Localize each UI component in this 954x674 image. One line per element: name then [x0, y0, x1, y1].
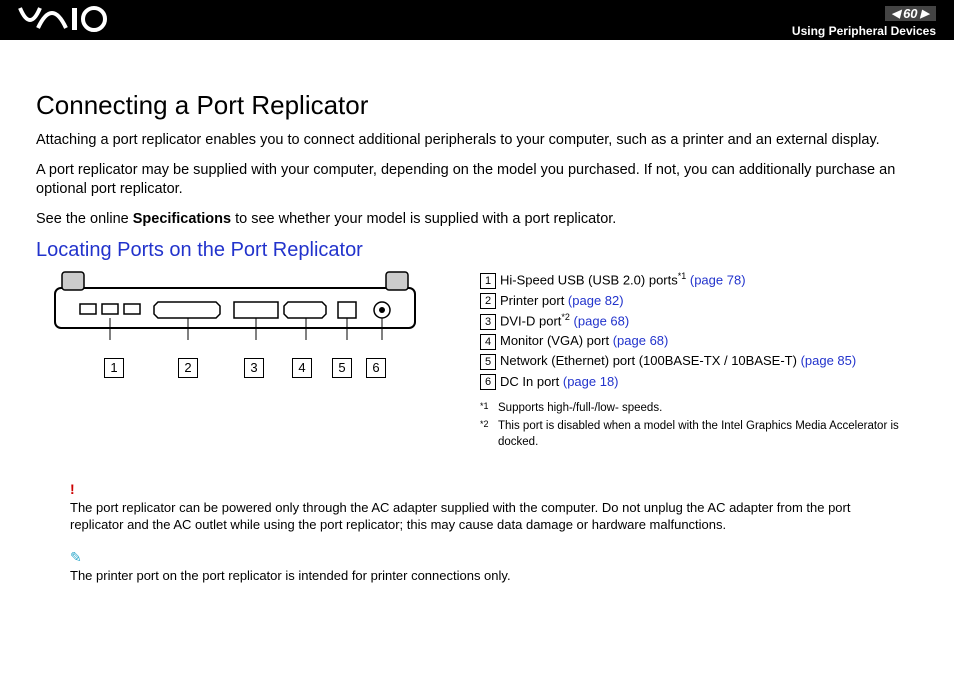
- legend-item-5: 5Network (Ethernet) port (100BASE-TX / 1…: [480, 351, 918, 371]
- callout-5: 5: [332, 358, 352, 378]
- legend-item-3: 3DVI-D port*2 (page 68): [480, 311, 918, 331]
- intro-para-3: See the online Specifications to see whe…: [36, 210, 918, 230]
- page-link-18[interactable]: (page 18): [563, 374, 619, 389]
- legend-column: 1Hi-Speed USB (USB 2.0) ports*1 (page 78…: [480, 270, 918, 450]
- legend-item-6: 6DC In port (page 18): [480, 372, 918, 392]
- vaio-logo: [18, 4, 128, 41]
- header-bar: ◀ 60 ▶ Using Peripheral Devices: [0, 0, 954, 40]
- callout-6: 6: [366, 358, 386, 378]
- legend-item-4: 4Monitor (VGA) port (page 68): [480, 331, 918, 351]
- para3-post: to see whether your model is supplied wi…: [231, 211, 616, 227]
- prev-page-arrow[interactable]: ◀: [889, 7, 903, 20]
- diagram-column: 1 2 3 4 5 6: [36, 270, 450, 450]
- page-link-85[interactable]: (page 85): [801, 353, 857, 368]
- page-title: Connecting a Port Replicator: [36, 90, 918, 121]
- warning-text: The port replicator can be powered only …: [70, 499, 894, 534]
- intro-para-2: A port replicator may be supplied with y…: [36, 161, 918, 200]
- diagram-callouts: 1 2 3 4 5 6: [50, 358, 450, 378]
- legend-item-2: 2Printer port (page 82): [480, 291, 918, 311]
- legend-item-1: 1Hi-Speed USB (USB 2.0) ports*1 (page 78…: [480, 270, 918, 290]
- callout-3: 3: [244, 358, 264, 378]
- intro-para-1: Attaching a port replicator enables you …: [36, 131, 918, 151]
- warning-icon: !: [70, 480, 894, 499]
- subheading: Locating Ports on the Port Replicator: [36, 239, 918, 262]
- notes-block: ! The port replicator can be powered onl…: [36, 480, 918, 584]
- para3-pre: See the online: [36, 211, 133, 227]
- page-link-68a[interactable]: (page 68): [574, 313, 630, 328]
- callout-4: 4: [292, 358, 312, 378]
- section-title: Using Peripheral Devices: [792, 24, 936, 38]
- page-number: 60: [903, 6, 917, 21]
- next-page-arrow[interactable]: ▶: [918, 7, 932, 20]
- callout-1: 1: [104, 358, 124, 378]
- page-link-68b[interactable]: (page 68): [613, 333, 669, 348]
- footnote-1: *1 Supports high-/full-/low- speeds.: [480, 400, 918, 416]
- callout-2: 2: [178, 358, 198, 378]
- page-link-82[interactable]: (page 82): [568, 293, 624, 308]
- page-nav: ◀ 60 ▶ Using Peripheral Devices: [792, 4, 936, 38]
- page-link-78[interactable]: (page 78): [690, 273, 746, 288]
- note-text: The printer port on the port replicator …: [70, 567, 894, 585]
- note-icon: ✎: [70, 548, 894, 567]
- para3-bold: Specifications: [133, 211, 231, 227]
- page-content: Connecting a Port Replicator Attaching a…: [0, 40, 954, 584]
- port-replicator-diagram: [50, 270, 420, 340]
- footnote-2: *2 This port is disabled when a model wi…: [480, 418, 918, 450]
